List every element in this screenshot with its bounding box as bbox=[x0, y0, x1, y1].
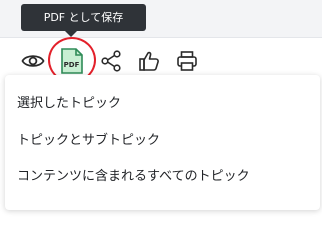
view-button[interactable] bbox=[20, 48, 46, 74]
like-button[interactable] bbox=[136, 48, 162, 74]
eye-icon bbox=[21, 55, 45, 67]
menu-item-all-topics[interactable]: コンテンツに含まれるすべてのトピック bbox=[17, 162, 250, 192]
tooltip-text: PDF として保存 bbox=[43, 11, 124, 24]
pdf-tooltip: PDF として保存 bbox=[21, 4, 146, 31]
menu-item-label: トピックとサブトピック bbox=[17, 133, 161, 148]
printer-icon bbox=[177, 51, 197, 71]
menu-item-label: コンテンツに含まれるすべてのトピック bbox=[17, 169, 250, 184]
pdf-scope-menu: 選択したトピック トピックとサブトピック コンテンツに含まれるすべてのトピック bbox=[5, 75, 320, 210]
menu-item-label: 選択したトピック bbox=[17, 96, 122, 111]
divider bbox=[0, 37, 322, 38]
menu-item-selected-topic[interactable]: 選択したトピック bbox=[17, 89, 121, 119]
share-button[interactable] bbox=[98, 48, 124, 74]
thumbs-up-icon bbox=[139, 51, 159, 71]
menu-item-topic-and-subtopics[interactable]: トピックとサブトピック bbox=[17, 126, 160, 156]
print-button[interactable] bbox=[174, 48, 200, 74]
share-icon bbox=[101, 50, 121, 72]
